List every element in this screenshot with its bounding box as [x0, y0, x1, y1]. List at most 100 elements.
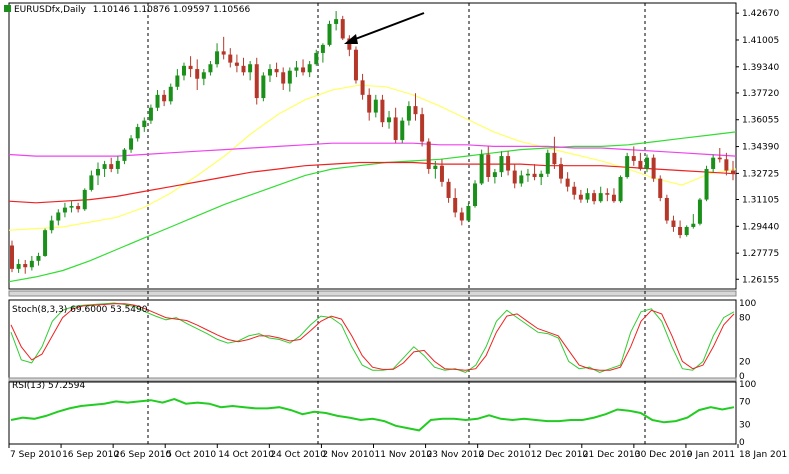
candle[interactable] — [287, 67, 292, 92]
candle[interactable] — [248, 61, 253, 81]
candle[interactable] — [129, 135, 134, 153]
candle[interactable] — [89, 170, 94, 192]
candle[interactable] — [525, 168, 530, 182]
candle[interactable] — [731, 160, 735, 181]
candle[interactable] — [188, 56, 193, 78]
candle[interactable] — [592, 189, 597, 205]
candle[interactable] — [135, 123, 140, 142]
candle[interactable] — [76, 202, 81, 213]
candle[interactable] — [69, 201, 74, 213]
candle[interactable] — [49, 215, 54, 234]
candle[interactable] — [294, 61, 299, 78]
candle[interactable] — [439, 159, 444, 187]
candle[interactable] — [327, 20, 332, 47]
candle[interactable] — [678, 220, 683, 239]
candle[interactable] — [565, 172, 570, 192]
candle[interactable] — [334, 11, 339, 31]
candle[interactable] — [102, 160, 107, 178]
candle[interactable] — [82, 188, 87, 211]
candle[interactable] — [115, 156, 120, 174]
candle[interactable] — [340, 15, 345, 41]
candle[interactable] — [645, 154, 650, 173]
candle[interactable] — [684, 225, 689, 237]
candle[interactable] — [228, 48, 233, 68]
candle[interactable] — [109, 157, 114, 173]
candle[interactable] — [393, 107, 398, 144]
candle[interactable] — [95, 162, 100, 186]
candle[interactable] — [658, 175, 663, 202]
candle[interactable] — [23, 259, 28, 274]
candle[interactable] — [512, 164, 517, 189]
candle[interactable] — [605, 188, 610, 202]
candle[interactable] — [281, 67, 286, 91]
candle[interactable] — [459, 207, 464, 226]
candle[interactable] — [208, 61, 213, 76]
candle[interactable] — [651, 154, 656, 182]
candle[interactable] — [486, 146, 491, 182]
candle[interactable] — [122, 148, 127, 165]
candle[interactable] — [545, 149, 550, 178]
candle[interactable] — [724, 152, 729, 176]
candle[interactable] — [261, 72, 266, 102]
candle[interactable] — [598, 186, 603, 203]
candle[interactable] — [413, 93, 418, 121]
candle[interactable] — [234, 54, 239, 73]
candle[interactable] — [16, 259, 21, 273]
candle[interactable] — [142, 117, 147, 132]
candle[interactable] — [360, 73, 365, 100]
candle[interactable] — [559, 157, 564, 184]
candle[interactable] — [446, 178, 451, 203]
candle[interactable] — [585, 188, 590, 203]
candle[interactable] — [148, 104, 153, 124]
candle[interactable] — [420, 107, 425, 147]
candle[interactable] — [532, 164, 537, 181]
candle[interactable] — [274, 62, 279, 78]
candle[interactable] — [697, 197, 702, 226]
candle[interactable] — [56, 209, 61, 226]
candle[interactable] — [241, 57, 246, 76]
candle[interactable] — [539, 170, 544, 186]
candle[interactable] — [453, 188, 458, 218]
candle[interactable] — [406, 101, 411, 126]
candle[interactable] — [400, 117, 405, 144]
candle[interactable] — [307, 61, 312, 78]
candle[interactable] — [572, 181, 577, 200]
candle[interactable] — [168, 83, 173, 105]
candle[interactable] — [611, 188, 616, 203]
candle[interactable] — [691, 214, 696, 229]
candle[interactable] — [175, 69, 180, 91]
candle[interactable] — [638, 152, 643, 171]
candle[interactable] — [215, 43, 220, 68]
candle[interactable] — [552, 136, 557, 169]
candle[interactable] — [29, 255, 34, 271]
candle[interactable] — [254, 57, 259, 105]
candle[interactable] — [181, 62, 186, 81]
candle[interactable] — [578, 189, 583, 203]
candles[interactable] — [10, 11, 735, 274]
candle[interactable] — [353, 46, 358, 84]
candle[interactable] — [43, 228, 48, 257]
candle[interactable] — [711, 154, 716, 173]
candle[interactable] — [221, 36, 226, 60]
candle[interactable] — [466, 202, 471, 223]
candle[interactable] — [195, 59, 200, 91]
candle[interactable] — [347, 35, 352, 57]
candle[interactable] — [519, 170, 524, 187]
chart-canvas[interactable]: 1.42670 1.41005 1.39340 1.37720 1.36055 1.343… — [0, 0, 789, 474]
candle[interactable] — [473, 180, 478, 208]
candle[interactable] — [387, 110, 392, 129]
rsi-panel[interactable] — [10, 398, 735, 432]
candle[interactable] — [62, 202, 67, 218]
candle[interactable] — [10, 240, 14, 273]
candle[interactable] — [301, 59, 306, 76]
candle[interactable] — [671, 215, 676, 232]
candle[interactable] — [373, 94, 378, 118]
candle[interactable] — [618, 175, 623, 203]
candle[interactable] — [320, 43, 325, 63]
candle[interactable] — [36, 252, 41, 266]
candle[interactable] — [426, 138, 431, 174]
candle[interactable] — [664, 194, 669, 224]
candle[interactable] — [162, 90, 167, 107]
candle[interactable] — [704, 165, 709, 202]
candle[interactable] — [625, 152, 630, 179]
